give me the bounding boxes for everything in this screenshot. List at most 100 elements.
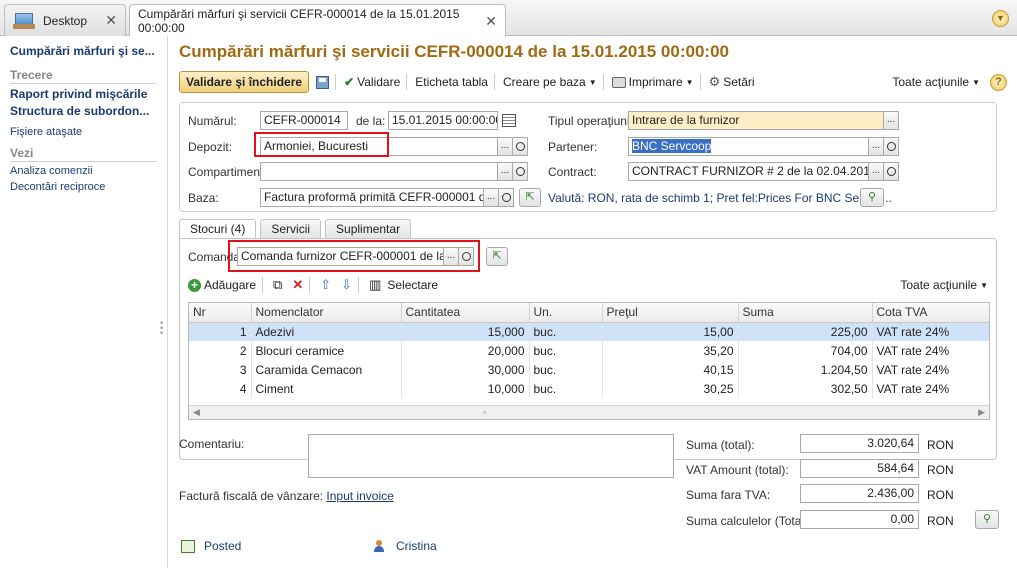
- user-icon: [373, 540, 385, 552]
- create-based-on-menu[interactable]: Creare pe baza ▼: [503, 75, 597, 89]
- cell-nr: 3: [189, 360, 252, 379]
- nav-link-analiza[interactable]: Analiza comenzii: [10, 165, 157, 177]
- command-bar: Validare şi închidere ✔ Validare Etichet…: [179, 70, 1007, 94]
- select-items-button[interactable]: Selectare: [387, 278, 438, 292]
- help-icon[interactable]: ?: [990, 73, 1007, 91]
- search-icon[interactable]: ⚲: [860, 188, 884, 207]
- all-actions-menu[interactable]: Toate acţiunile ▼: [892, 75, 980, 89]
- table-row[interactable]: 4 Ciment 10,000 buc. 30,25 302,50 VAT ra…: [189, 379, 989, 398]
- select-button[interactable]: ...: [869, 137, 884, 156]
- tools-icon: ⚙: [708, 74, 721, 89]
- column-header-cota-tva[interactable]: Cota TVA: [872, 303, 989, 323]
- operation-type-field[interactable]: Intrare de la furnizor: [628, 111, 884, 130]
- toolbar-separator: [358, 277, 360, 293]
- total-amount-field: 3.020,64: [800, 434, 919, 453]
- arrow-up-icon[interactable]: ⇧: [320, 277, 331, 293]
- contract-field[interactable]: CONTRACT FURNIZOR # 2 de la 02.04.2015 (…: [628, 162, 869, 181]
- label-table-button[interactable]: Eticheta tabla: [415, 75, 488, 89]
- search-icon[interactable]: [884, 162, 899, 181]
- number-field[interactable]: CEFR-000014: [260, 111, 348, 130]
- select-button[interactable]: ...: [884, 111, 899, 130]
- department-field[interactable]: [260, 162, 498, 181]
- column-header-nomenclator[interactable]: Nomenclator: [251, 303, 402, 323]
- tab-desktop[interactable]: Desktop ✕: [4, 4, 126, 36]
- fill-from-order-icon[interactable]: ⇱: [486, 247, 508, 266]
- table-row[interactable]: 2 Blocuri ceramice 20,000 buc. 35,20 704…: [189, 341, 989, 360]
- copy-icon[interactable]: ⧉: [273, 277, 282, 293]
- toolbar-separator: [309, 277, 311, 293]
- table-row[interactable]: 3 Caramida Cemacon 30,000 buc. 40,15 1.2…: [189, 360, 989, 379]
- table-toolbar: + Adăugare ⧉ ✕ ⇧ ⇩ ▥ Selectare Toate acţ…: [188, 276, 988, 294]
- splitter-handle[interactable]: • • •: [160, 319, 163, 338]
- date-field[interactable]: 15.01.2015 00:00:00: [388, 111, 498, 130]
- nav-document-title[interactable]: Cumpărări mărfuri şi se...: [10, 44, 157, 58]
- base-label: Baza:: [188, 191, 219, 205]
- tab-desktop-label: Desktop: [43, 13, 88, 28]
- nav-link-structura[interactable]: Structura de subordon...: [10, 104, 157, 118]
- tab-servicii[interactable]: Servicii: [260, 219, 322, 238]
- add-button[interactable]: + Adăugare: [188, 278, 256, 292]
- warehouse-label: Depozit:: [188, 140, 233, 154]
- nav-link-decontari[interactable]: Decontări reciproce: [10, 181, 157, 193]
- number-label: Numărul:: [188, 114, 237, 128]
- select-button[interactable]: ...: [869, 162, 884, 181]
- calendar-icon[interactable]: [502, 114, 516, 127]
- tab-document[interactable]: Cumpărări mărfuri şi servicii CEFR-00001…: [129, 4, 506, 37]
- search-icon[interactable]: [513, 137, 528, 156]
- plus-icon: +: [188, 278, 201, 292]
- add-label: Adăugare: [204, 278, 257, 292]
- calculations-total-label: Suma calculelor (Total):: [686, 514, 812, 528]
- highlight-box-warehouse: [254, 132, 389, 157]
- input-invoice-link[interactable]: Input invoice: [326, 489, 393, 503]
- chevron-down-icon[interactable]: ▼: [992, 10, 1009, 27]
- comment-field[interactable]: [308, 434, 674, 478]
- scroll-thumb-icon[interactable]: ▫: [483, 407, 486, 417]
- cell-nomenclator: Ciment: [251, 379, 402, 398]
- search-icon[interactable]: [884, 137, 899, 156]
- search-icon[interactable]: [499, 188, 514, 207]
- nav-link-fisiere[interactable]: Fişiere ataşate: [10, 126, 157, 138]
- select-button[interactable]: ...: [498, 162, 513, 181]
- currency-label: RON: [927, 438, 954, 452]
- nav-link-raport[interactable]: Raport privind mişcările: [10, 87, 157, 101]
- barcode-icon[interactable]: ▥: [369, 277, 381, 293]
- base-field[interactable]: Factura proformă primită CEFR-000001 de …: [260, 188, 484, 207]
- column-header-pret[interactable]: Preţul: [602, 303, 739, 323]
- column-header-nr[interactable]: Nr: [189, 303, 252, 323]
- print-menu[interactable]: Imprimare ▼: [611, 75, 694, 89]
- cell-quantity: 10,000: [401, 379, 530, 398]
- fill-from-base-icon[interactable]: ⇱: [519, 188, 541, 207]
- scroll-left-icon[interactable]: ◀: [193, 407, 200, 418]
- all-actions-label: Toate acţiunile: [892, 75, 970, 89]
- select-button[interactable]: ...: [498, 137, 513, 156]
- close-icon[interactable]: ✕: [485, 13, 497, 30]
- post-and-close-button[interactable]: Validare şi închidere: [179, 71, 310, 93]
- arrow-down-icon[interactable]: ⇩: [341, 277, 352, 293]
- column-header-unit[interactable]: Un.: [529, 303, 603, 323]
- tab-stocuri[interactable]: Stocuri (4): [179, 219, 257, 238]
- invoice-label-text: Factură fiscală de vânzare:: [179, 489, 324, 503]
- cell-unit: buc.: [529, 360, 603, 379]
- scroll-right-icon[interactable]: ▶: [978, 407, 985, 418]
- partner-field[interactable]: BNC Servcoop: [628, 137, 869, 156]
- column-header-cantitatea[interactable]: Cantitatea: [401, 303, 530, 323]
- select-button[interactable]: ...: [484, 188, 499, 207]
- cell-price: 30,25: [602, 379, 739, 398]
- posted-icon: [181, 540, 195, 553]
- table-all-actions-menu[interactable]: Toate acţiunile ▼: [900, 278, 988, 292]
- horizontal-scrollbar[interactable]: ◀ ▫ ▶: [189, 405, 989, 419]
- column-header-suma[interactable]: Suma: [738, 303, 873, 323]
- operation-type-label: Tipul operaţiunii:: [548, 114, 636, 128]
- tab-suplimentar[interactable]: Suplimentar: [325, 219, 412, 238]
- search-icon[interactable]: ⚲: [975, 510, 999, 529]
- validate-button[interactable]: ✔ Validare: [344, 75, 400, 89]
- table-row[interactable]: 1 Adezivi 15,000 buc. 15,00 225,00 VAT r…: [189, 322, 989, 341]
- date-label: de la:: [356, 114, 386, 128]
- nav-section-trecere: Trecere: [10, 68, 157, 84]
- close-icon[interactable]: ✕: [105, 12, 117, 29]
- currency-info-link[interactable]: Valută: RON, rata de schimb 1; Pret fel:…: [548, 191, 892, 205]
- delete-icon[interactable]: ✕: [292, 277, 303, 293]
- settings-button[interactable]: ⚙ Setări: [709, 74, 755, 90]
- search-icon[interactable]: [513, 162, 528, 181]
- save-icon[interactable]: [316, 75, 330, 89]
